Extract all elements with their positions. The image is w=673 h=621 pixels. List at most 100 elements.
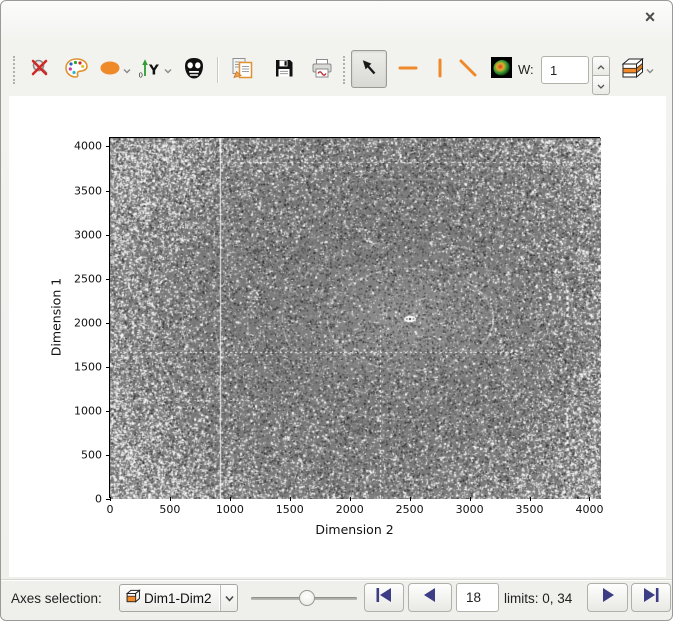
- x-axis-label: Dimension 2: [315, 522, 394, 537]
- diagonal-line-icon: [456, 57, 480, 84]
- ellipse-icon: [99, 57, 122, 84]
- axes-selection-combobox[interactable]: Dim1-Dim2: [119, 584, 238, 612]
- x-tick-label: 500: [159, 503, 181, 516]
- toolbar-separator: [217, 57, 219, 83]
- profile-image-icon: [490, 57, 512, 83]
- x-tick-mark: [589, 497, 591, 501]
- copy-icon: [230, 56, 255, 85]
- chevron-down-icon: [597, 76, 605, 94]
- y-tick-label: 3000: [74, 228, 102, 242]
- x-tick-label: 4000: [575, 503, 604, 516]
- y-tick-label: 0: [95, 492, 102, 506]
- toolbar-handle[interactable]: [13, 56, 16, 84]
- last-frame-button[interactable]: [631, 583, 671, 612]
- print-button[interactable]: [307, 55, 337, 85]
- horizontal-line-icon: [396, 57, 420, 84]
- y-tick-label: 2000: [74, 316, 102, 330]
- y-tick-label: 500: [81, 448, 102, 462]
- app-window: × 0 Y W: 1 Dimension 1 0 500 1000 1500 2…: [0, 0, 673, 621]
- x-tick-mark: [289, 497, 291, 501]
- y-tick-mark: [106, 410, 110, 412]
- pointer-icon: [358, 56, 380, 83]
- print-icon: [310, 57, 334, 84]
- y-axis-orientation-button[interactable]: 0 Y: [135, 55, 175, 85]
- profile-window-button[interactable]: [487, 55, 515, 85]
- play-backward-icon: [420, 587, 440, 608]
- frame-slider[interactable]: [247, 584, 361, 612]
- slider-handle[interactable]: [299, 590, 316, 606]
- toolbar-separator: [343, 56, 346, 84]
- y-tick-mark: [106, 234, 110, 236]
- x-tick-label: 3500: [515, 503, 544, 516]
- x-tick-mark: [349, 497, 351, 501]
- x-tick-label: 2500: [395, 503, 424, 516]
- stack-image[interactable]: [110, 138, 601, 499]
- vertical-line-icon: [428, 57, 452, 84]
- zoom-reset-button[interactable]: [25, 55, 55, 85]
- colormap-button[interactable]: [61, 55, 91, 85]
- chevron-down-icon: [164, 61, 172, 79]
- cube-icon: [124, 588, 141, 609]
- save-button[interactable]: [269, 55, 299, 85]
- profile-width-label: W:: [518, 62, 534, 77]
- y-tick-label: 2500: [74, 272, 102, 286]
- frame-number-input[interactable]: [456, 583, 499, 612]
- x-tick-label: 2000: [335, 503, 364, 516]
- spin-up-button[interactable]: [592, 56, 610, 75]
- bottombar: Axes selection: Dim1-Dim2 18 limits: 0, …: [1, 579, 672, 615]
- mask-icon: [182, 56, 206, 85]
- x-tick-mark: [110, 497, 111, 501]
- x-tick-mark: [169, 497, 171, 501]
- x-tick-label: 1000: [215, 503, 244, 516]
- previous-frame-button[interactable]: [408, 583, 452, 612]
- y-tick-mark: [106, 366, 110, 368]
- y-tick-mark: [106, 146, 110, 148]
- y-tick-mark: [106, 454, 110, 456]
- y-tick-label: 1500: [74, 360, 102, 374]
- pan-select-button[interactable]: [351, 50, 387, 88]
- spin-down-button[interactable]: [592, 75, 610, 95]
- x-tick-label: 3000: [455, 503, 484, 516]
- y-tick-mark: [106, 190, 110, 192]
- chevron-down-icon: [123, 61, 131, 79]
- skip-forward-icon: [640, 587, 662, 608]
- vertical-profile-button[interactable]: [425, 55, 455, 85]
- copy-button[interactable]: [227, 55, 257, 85]
- chevron-up-icon: [597, 57, 605, 75]
- y-tick-label: 4000: [74, 139, 102, 153]
- horizontal-profile-button[interactable]: [393, 55, 423, 85]
- cube-plane-icon: [618, 56, 645, 85]
- first-frame-button[interactable]: [364, 583, 404, 612]
- zoom-reset-icon: [29, 57, 52, 84]
- y-tick-mark: [106, 322, 110, 324]
- svg-text:0: 0: [139, 71, 143, 79]
- svg-text:Y: Y: [148, 62, 159, 78]
- x-tick-mark: [529, 497, 531, 501]
- combobox-value: Dim1-Dim2: [144, 590, 212, 606]
- titlebar: ×: [1, 1, 672, 37]
- aspect-ratio-button[interactable]: [95, 55, 135, 85]
- skip-backward-icon: [373, 587, 395, 608]
- x-tick-label: 1500: [275, 503, 304, 516]
- plot-frame: 0 500 1000 1500 2000 2500 3000 3500 4000 0 500 1000…: [74, 137, 603, 516]
- x-tick-mark: [469, 497, 471, 501]
- next-frame-button[interactable]: [587, 583, 628, 612]
- profile-width-spinbox[interactable]: [541, 56, 589, 84]
- y-tick-label: 1000: [74, 404, 102, 418]
- chevron-down-icon[interactable]: [220, 585, 237, 611]
- y-tick-mark: [106, 278, 110, 280]
- frame-limits-label: limits: 0, 34: [504, 590, 573, 606]
- save-icon: [273, 57, 295, 84]
- diagonal-profile-button[interactable]: [453, 55, 483, 85]
- y-tick-label: 3500: [74, 184, 102, 198]
- y-tick-mark: [106, 499, 110, 500]
- plot-area: Dimension 1 0 500 1000 1500 2000 2500 3000 3500…: [9, 96, 666, 577]
- mask-tools-button[interactable]: [179, 55, 209, 85]
- y-axis-direction-icon: 0 Y: [138, 57, 163, 84]
- x-tick-mark: [229, 497, 231, 501]
- play-forward-icon: [598, 587, 618, 608]
- close-button[interactable]: ×: [640, 7, 660, 27]
- plane-selection-button[interactable]: [614, 55, 658, 85]
- y-axis-label: Dimension 1: [48, 277, 64, 357]
- axes-selection-label: Axes selection:: [11, 590, 102, 606]
